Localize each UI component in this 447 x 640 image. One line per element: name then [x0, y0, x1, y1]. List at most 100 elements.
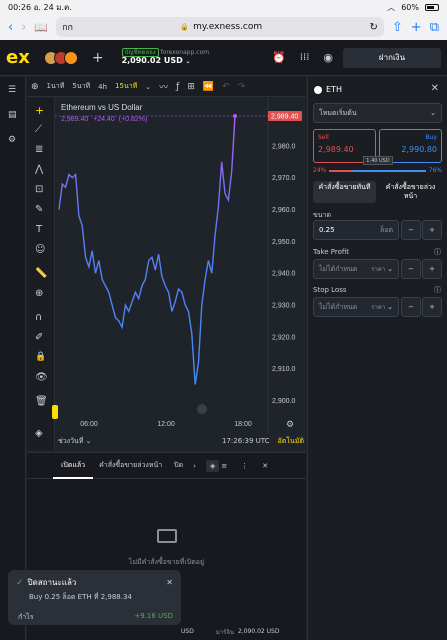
tab-pending-order[interactable]: คำสั่งซื้อขายล่วงหน้า: [379, 181, 442, 203]
mode-value: โหมดเริ่มต้น: [319, 108, 357, 117]
mode-select[interactable]: โหมดเริ่มต้น ⌄: [313, 103, 442, 123]
sell-sentiment: 24%: [313, 167, 327, 174]
settings-icon[interactable]: ⚙: [8, 135, 16, 145]
profile-icon[interactable]: ◉: [323, 51, 333, 64]
lock-drawings-icon[interactable]: ✐: [35, 332, 43, 343]
chart-title: Ethereum vs US Dollar: [61, 103, 143, 112]
close-panel-icon[interactable]: ✕: [262, 462, 268, 470]
tab-instant-order[interactable]: คำสั่งซื้อขายทันที: [313, 181, 376, 203]
chevron-down-icon[interactable]: ⌄: [85, 437, 91, 445]
stop-loss-increase-button[interactable]: +: [422, 297, 442, 317]
y-tick-label: 2,910.0: [272, 366, 295, 373]
chart-toolbar: ⊕ 1นาที 5นาที 4h 15นาที ⌄ 〰 ƒ ⊞ ⏪ ↶ ↷: [27, 77, 306, 97]
footer-balance-label: มาร์จิน: [215, 628, 234, 636]
layout-icon[interactable]: ⊞: [187, 82, 195, 92]
zoom-in-icon[interactable]: ⊕: [35, 288, 43, 299]
alarm-icon[interactable]: ⏰: [272, 51, 286, 64]
layers-icon[interactable]: ◈: [35, 428, 43, 439]
timeframe-4h[interactable]: 4h: [98, 83, 107, 91]
tab-open-positions[interactable]: เปิดแล้ว: [53, 453, 94, 479]
tab-pending-positions[interactable]: คำสั่งซื้อขายล่วงหน้า: [93, 460, 168, 471]
ios-status-bar: 00:26 อ. 24 ม.ค. ︿ 60%: [0, 0, 447, 14]
flag-marker-icon[interactable]: [197, 404, 207, 414]
new-tab-icon[interactable]: +: [411, 20, 422, 35]
current-price: 2,989.40: [61, 116, 88, 123]
volume-unit: ล็อต: [379, 225, 393, 234]
back-icon[interactable]: ‹: [8, 20, 13, 35]
toast-close-icon[interactable]: ✕: [166, 578, 173, 587]
y-tick-label: 2,950.0: [272, 239, 295, 246]
favorite-instruments[interactable]: [43, 50, 78, 65]
ruler-icon[interactable]: 📏: [35, 268, 47, 279]
take-profit-input[interactable]: ไม่ได้กำหนด ราคา ⌄: [313, 259, 399, 279]
chart-type-icon[interactable]: 〰: [159, 80, 168, 93]
share-icon[interactable]: ⇧: [392, 20, 403, 35]
redo-icon[interactable]: ↷: [238, 82, 246, 92]
visibility-icon[interactable]: 👁: [35, 372, 48, 383]
more-icon[interactable]: ⋮: [241, 462, 248, 470]
auto-scale-toggle[interactable]: อัตโนมัติ: [278, 436, 304, 447]
undo-icon[interactable]: ↶: [222, 82, 230, 92]
price-chart[interactable]: Ethereum vs US Dollar 2,989.40 +24.40 (+…: [55, 98, 306, 434]
account-selector[interactable]: บัญชีทดลอง forexonapp.com 2,090.02 USD ⌄: [121, 48, 209, 66]
url-bar[interactable]: กก 🔒 my.exness.com ↻: [56, 17, 384, 37]
brush-icon[interactable]: ✎: [35, 204, 43, 215]
tabs-icon[interactable]: ⧉: [430, 20, 439, 35]
take-profit-decrease-button[interactable]: −: [401, 259, 421, 279]
stop-loss-decrease-button[interactable]: −: [401, 297, 421, 317]
indicators-icon[interactable]: ƒ: [176, 82, 179, 92]
x-tick-label: 18:00: [234, 421, 252, 428]
pattern-icon[interactable]: ⋀: [35, 164, 43, 175]
trash-icon[interactable]: 🗑: [35, 396, 48, 407]
panel-symbol: ETH: [326, 85, 342, 94]
add-instrument-icon[interactable]: +: [92, 50, 104, 66]
apps-grid-icon[interactable]: ⁞⁞⁞: [300, 52, 310, 63]
orders-icon[interactable]: ▤: [8, 110, 17, 120]
reload-icon[interactable]: ↻: [370, 22, 378, 33]
menu-icon[interactable]: ☰: [8, 85, 16, 95]
crosshair-icon[interactable]: +: [35, 104, 44, 117]
forward-icon[interactable]: ›: [21, 20, 26, 35]
timeframe-15m[interactable]: 15นาที: [115, 81, 137, 92]
info-icon[interactable]: ⓘ: [434, 247, 441, 257]
volume-increase-button[interactable]: +: [422, 220, 442, 240]
trendline-icon[interactable]: ⟋: [35, 124, 42, 135]
buy-sentiment: 76%: [428, 167, 442, 174]
info-icon[interactable]: ⓘ: [434, 285, 441, 295]
volume-input[interactable]: 0.25 ล็อต: [313, 220, 399, 240]
timeframe-1m[interactable]: 1นาที: [47, 81, 65, 92]
bookmarks-icon[interactable]: 📖: [34, 21, 48, 34]
tab-label: กก: [62, 23, 74, 33]
lock-icon[interactable]: 🔒: [35, 352, 46, 362]
chevron-down-icon: ⌄: [185, 58, 191, 66]
chevron-right-icon[interactable]: ›: [193, 462, 196, 470]
instrument-icon[interactable]: [63, 50, 78, 65]
x-axis: 06:00 12:00 18:00: [80, 421, 252, 428]
prediction-icon[interactable]: ⊡: [35, 184, 43, 195]
account-balance: 2,090.02 USD: [121, 56, 183, 66]
chart-footer: ช่วงวันที่ ⌄ 17:26:39 UTC อัตโนมัติ: [58, 435, 304, 447]
add-indicator-icon[interactable]: ⊕: [31, 82, 39, 92]
tab-closed-positions[interactable]: ปิด: [168, 460, 189, 471]
magnet-icon[interactable]: ∩: [35, 312, 42, 323]
date-range-selector[interactable]: ช่วงวันที่: [58, 436, 83, 447]
volume-decrease-button[interactable]: −: [401, 220, 421, 240]
eye-toggle-icon[interactable]: ◈: [205, 459, 220, 472]
chart-settings-icon[interactable]: ⚙: [286, 420, 294, 430]
close-icon[interactable]: ✕: [431, 83, 439, 94]
text-tool-icon[interactable]: T: [36, 224, 42, 235]
chevron-down-icon[interactable]: ⌄: [145, 83, 151, 91]
layers-toggle-icon[interactable]: ≡: [221, 462, 227, 470]
y-tick-label: 2,930.0: [272, 303, 295, 310]
timeframe-5m[interactable]: 5นาที: [72, 81, 90, 92]
buy-price: 2,990.80: [401, 145, 437, 154]
deposit-button[interactable]: ฝากเงิน: [343, 47, 441, 68]
emoji-icon[interactable]: ☺: [35, 244, 45, 255]
rewind-icon[interactable]: ⏪: [203, 82, 214, 92]
fib-icon[interactable]: ≣: [35, 144, 43, 155]
stop-loss-input[interactable]: ไม่ได้กำหนด ราคา ⌄: [313, 297, 399, 317]
chevron-down-icon: ⌄: [430, 109, 436, 117]
take-profit-increase-button[interactable]: +: [422, 259, 442, 279]
account-footer: USD มาร์จิน 2,090.02 USD: [181, 623, 306, 640]
change-value: +24.40: [93, 116, 115, 123]
